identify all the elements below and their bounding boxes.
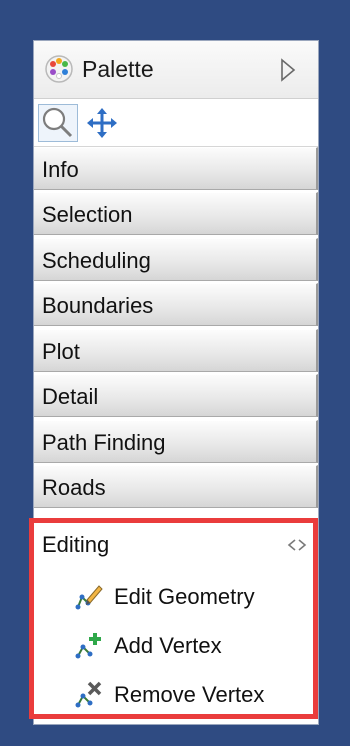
drawer-info[interactable]: Info (34, 147, 318, 190)
palette-icon (45, 55, 73, 83)
drawer-plot[interactable]: Plot (34, 329, 318, 372)
drawer-label: Path Finding (42, 430, 166, 455)
tool-label: Remove Vertex (114, 682, 265, 707)
drawer-label: Scheduling (42, 248, 151, 273)
drawer-label: Roads (42, 475, 106, 500)
palette-header[interactable]: Palette (34, 41, 318, 99)
drawer-editing[interactable]: Editing (34, 523, 313, 568)
double-arrow-icon[interactable] (286, 538, 308, 552)
drawer-detail[interactable]: Detail (34, 374, 318, 417)
edit-geometry-icon (75, 585, 103, 610)
editing-drawer-highlight: Editing Edit Geometry Add Vertex Remove … (29, 518, 318, 719)
drawer-roads[interactable]: Roads (34, 465, 318, 508)
tool-remove-vertex[interactable]: Remove Vertex (34, 671, 313, 719)
tool-label: Edit Geometry (114, 584, 255, 609)
add-vertex-icon (75, 633, 101, 659)
tool-row (34, 99, 318, 147)
drawer-path-finding[interactable]: Path Finding (34, 420, 318, 463)
window-background: Palette Info Selection Scheduling Bounda… (0, 0, 350, 746)
tool-edit-geometry[interactable]: Edit Geometry (34, 573, 313, 621)
triangle-right-icon[interactable] (279, 57, 297, 83)
move-arrows-icon[interactable] (86, 107, 118, 139)
remove-vertex-icon (75, 681, 102, 708)
magnifier-icon (42, 107, 73, 138)
drawer-boundaries[interactable]: Boundaries (34, 283, 318, 326)
tool-label: Add Vertex (114, 633, 222, 658)
drawer-label: Boundaries (42, 293, 154, 318)
drawer-scheduling[interactable]: Scheduling (34, 238, 318, 281)
drawer-label: Selection (42, 202, 133, 227)
tool-add-vertex[interactable]: Add Vertex (34, 622, 313, 670)
zoom-tool-button[interactable] (38, 104, 78, 142)
palette-title: Palette (82, 56, 154, 82)
drawer-label: Info (42, 157, 79, 182)
drawer-selection[interactable]: Selection (34, 192, 318, 235)
drawer-label: Detail (42, 384, 99, 409)
drawer-label: Editing (42, 532, 110, 557)
drawer-label: Plot (42, 339, 80, 364)
